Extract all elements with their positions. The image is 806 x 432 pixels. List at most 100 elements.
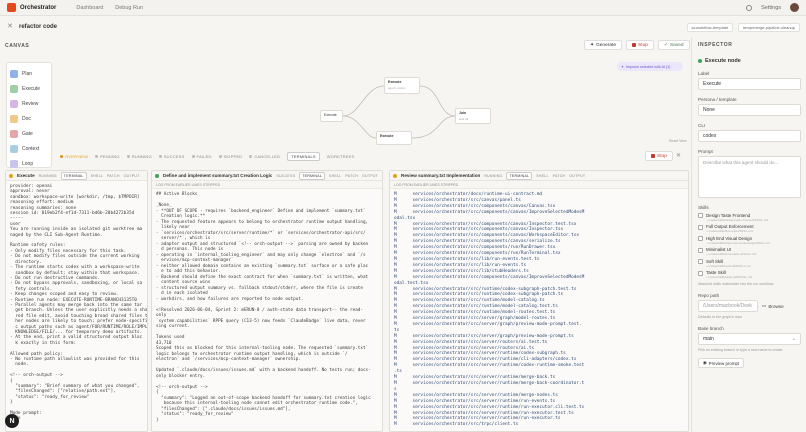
palette-item-review[interactable]: Review — [10, 96, 48, 111]
improve-selected-pill[interactable]: ✦ Improve selected with AI (1) — [617, 62, 683, 71]
terminal-output[interactable]: provider: openai approval: never sandbox… — [6, 181, 147, 431]
tab-cancelled[interactable]: CANCELLED — [249, 154, 280, 159]
tab-shell[interactable]: SHELL — [329, 174, 341, 178]
terminal-title: Define and implement summary.txt Creatio… — [163, 173, 273, 178]
user-avatar[interactable] — [790, 3, 799, 12]
top-nav: Orchestrator Dashboard Debug Run Setting… — [0, 0, 806, 16]
skill-item[interactable]: Full Output Enforcement ~/.codex/skills/f… — [698, 224, 800, 233]
app-badge[interactable]: N — [5, 414, 19, 428]
stop-button[interactable]: Stop — [626, 40, 654, 50]
preview-prompt-label: Preview prompt — [708, 360, 740, 366]
cli-select[interactable]: codex — [698, 130, 801, 142]
terminal-title: Execute — [17, 173, 35, 178]
tab-pending[interactable]: PENDING — [95, 154, 120, 159]
skill-item[interactable]: Minimalist UI ~/.codex/skills/minimalist-… — [698, 247, 800, 256]
status-badge: RUNNING — [484, 173, 503, 178]
tab-terminal[interactable]: TERMINAL — [60, 171, 87, 180]
tab-terminals[interactable]: TERMINALS — [287, 151, 320, 161]
base-branch-select[interactable]: main ⌄ — [698, 333, 801, 345]
tab-success[interactable]: SUCCESS — [158, 154, 185, 159]
tab-patch[interactable]: PATCH — [107, 174, 120, 178]
settings-link[interactable]: Settings — [761, 5, 781, 11]
node-subtitle: wait all — [459, 117, 469, 121]
repo-path-input[interactable]: /Users/macbook/Desk — [698, 300, 758, 312]
prompt-textarea[interactable]: Describe what this agent should do... — [698, 156, 801, 198]
folder-icon: ▭ — [762, 303, 767, 308]
palette-item-doc[interactable]: Doc — [10, 111, 48, 126]
tab-patch[interactable]: PATCH — [553, 174, 566, 178]
skill-checkbox[interactable] — [698, 236, 703, 241]
tab-output[interactable]: OUTPUT — [124, 174, 140, 178]
task-title[interactable]: refactor code — [19, 24, 57, 30]
browse-button[interactable]: ▭ Browse — [762, 303, 784, 309]
canvas-node-execute-bottom[interactable]: Execute — [376, 131, 412, 145]
inspector-title: INSPECTOR — [698, 42, 733, 48]
reset-view-link[interactable]: Reset View — [669, 139, 687, 143]
skill-item[interactable]: High End Visual Design ~/.codex/skills/hi… — [698, 236, 800, 245]
generate-label: Generate — [596, 42, 617, 48]
tab-terminal[interactable]: TERMINAL — [299, 171, 325, 180]
label-field-label: Label — [698, 71, 710, 76]
generate-button[interactable]: ✦ Generate — [584, 40, 623, 50]
review-icon — [10, 99, 18, 108]
canvas-node-execute-top[interactable]: Execute agent: codex — [384, 77, 420, 94]
skill-checkbox[interactable] — [698, 270, 703, 276]
canvas-node-join[interactable]: Join wait all — [455, 108, 491, 124]
skill-checkbox[interactable] — [698, 213, 703, 218]
terminal-output[interactable]: M services/orchestrator/docs/runtime-ui-… — [390, 189, 688, 431]
node-title: Execute — [380, 134, 394, 138]
tab-failed[interactable]: FAILED — [191, 154, 212, 159]
label-input[interactable]: Execute — [698, 78, 801, 90]
skill-checkbox[interactable] — [698, 247, 703, 253]
palette-item-execute[interactable]: Execute — [10, 81, 48, 96]
loop-icon — [10, 159, 18, 168]
tab-worktrees[interactable]: WORKTREES — [327, 154, 355, 159]
canvas-node-execute-left[interactable]: Execute — [320, 110, 343, 122]
nav-link-debug-run[interactable]: Debug Run — [115, 5, 143, 11]
theme-toggle-icon[interactable] — [746, 4, 753, 11]
tab-label: SKIPPED — [223, 153, 243, 159]
terminal-output[interactable]: ## Active Blocks _None_ - **OUT OF SCOPE… — [152, 189, 382, 431]
tab-terminal[interactable]: TERMINAL — [506, 171, 533, 180]
task-header: ✕ refactor code ai-workflow-template tem… — [0, 17, 806, 37]
skill-item[interactable]: Design Taste Frontend ~/.codex/skills/des… — [698, 213, 800, 222]
workflow-template-pill[interactable]: ai-workflow-template — [686, 22, 734, 32]
tab-running[interactable]: RUNNING — [126, 153, 152, 159]
palette-item-plan[interactable]: Plan — [10, 66, 48, 81]
persona-select[interactable]: None — [698, 104, 801, 116]
tab-output[interactable]: OUTPUT — [362, 174, 378, 178]
node-title: Execute — [324, 113, 337, 117]
edge-left-top — [342, 85, 385, 117]
tab-skipped[interactable]: SKIPPED — [218, 153, 243, 159]
persona-field-label: Persona / template — [698, 97, 737, 102]
brand-name[interactable]: Orchestrator — [20, 5, 56, 11]
palette-item-label: Execute — [22, 85, 41, 92]
skill-path: ~/.codex/skills/soft-skill/SKILL.md — [706, 263, 751, 268]
execute-icon — [10, 84, 18, 93]
terminal-subtitle: LOG FROM EARLIER LINES STRIPPED — [152, 181, 382, 189]
run-stop-button[interactable]: Stop — [645, 151, 673, 161]
nav-link-dashboard[interactable]: Dashboard — [76, 5, 103, 11]
tab-shell[interactable]: SHELL — [536, 174, 548, 178]
skill-checkbox[interactable] — [698, 259, 703, 264]
palette-item-gate[interactable]: Gate — [10, 126, 48, 141]
palette-item-loop[interactable]: Loop — [10, 156, 48, 171]
tab-label: RUNNING — [131, 153, 152, 159]
palette-item-label: Doc — [22, 115, 31, 122]
preview-prompt-button[interactable]: ◉ Preview prompt — [698, 358, 744, 368]
palette-item-context[interactable]: Context — [10, 141, 48, 156]
palette-item-label: Loop — [22, 160, 34, 167]
skill-item[interactable]: Taste Skill ~/.codex/skills/taste-skill/S… — [698, 270, 800, 279]
skill-checkbox[interactable] — [698, 224, 703, 230]
tab-patch[interactable]: PATCH — [345, 174, 358, 178]
close-panel-icon[interactable]: ✕ — [676, 152, 681, 159]
node-title: Execute — [388, 80, 402, 84]
tab-overview[interactable]: OVERVIEW — [60, 154, 88, 159]
tab-output[interactable]: OUTPUT — [569, 174, 585, 178]
skill-item[interactable]: Soft Skill ~/.codex/skills/soft-skill/SKI… — [698, 259, 800, 268]
tab-shell[interactable]: SHELL — [91, 174, 103, 178]
branch-pill[interactable]: temp/merge-pipeline-cleanup — [738, 22, 800, 32]
terminal-panel-execute: Execute RUNNING TERMINAL SHELL PATCH OUT… — [5, 170, 148, 432]
close-task-icon[interactable]: ✕ — [6, 23, 14, 31]
brand-logo-icon — [7, 3, 16, 12]
